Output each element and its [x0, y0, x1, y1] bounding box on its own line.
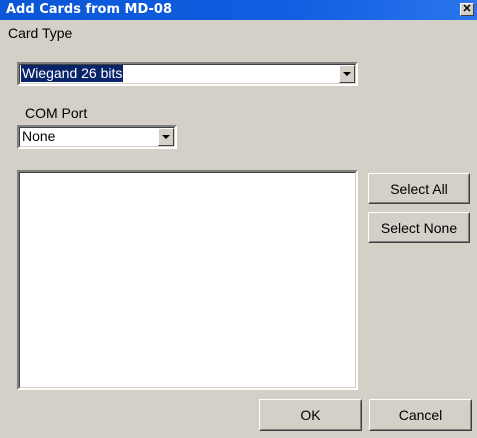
com-port-label: COM Port: [25, 105, 88, 121]
card-type-value: Wiegand 26 bits: [21, 65, 124, 82]
close-button[interactable]: ✕: [460, 3, 474, 16]
cancel-label: Cancel: [398, 407, 443, 423]
ok-label: OK: [300, 407, 321, 423]
cancel-button[interactable]: Cancel: [369, 399, 472, 431]
add-cards-dialog: Add Cards from MD-08 ✕ Card Type Wiegand…: [0, 0, 477, 438]
com-port-value: None: [22, 128, 56, 144]
select-all-label: Select All: [390, 180, 448, 197]
ok-button[interactable]: OK: [259, 399, 362, 431]
chevron-down-icon[interactable]: [158, 128, 174, 146]
window-title: Add Cards from MD-08: [6, 2, 173, 17]
select-all-button[interactable]: Select All: [368, 173, 470, 204]
card-type-dropdown[interactable]: Wiegand 26 bits: [17, 62, 358, 86]
cards-list[interactable]: [17, 170, 358, 390]
card-type-label: Card Type: [8, 25, 73, 41]
com-port-dropdown[interactable]: None: [17, 125, 177, 149]
close-icon: ✕: [462, 3, 472, 15]
select-none-button[interactable]: Select None: [368, 212, 470, 243]
chevron-down-icon[interactable]: [339, 65, 355, 83]
select-none-label: Select None: [380, 219, 458, 236]
title-bar: Add Cards from MD-08 ✕: [0, 0, 477, 20]
